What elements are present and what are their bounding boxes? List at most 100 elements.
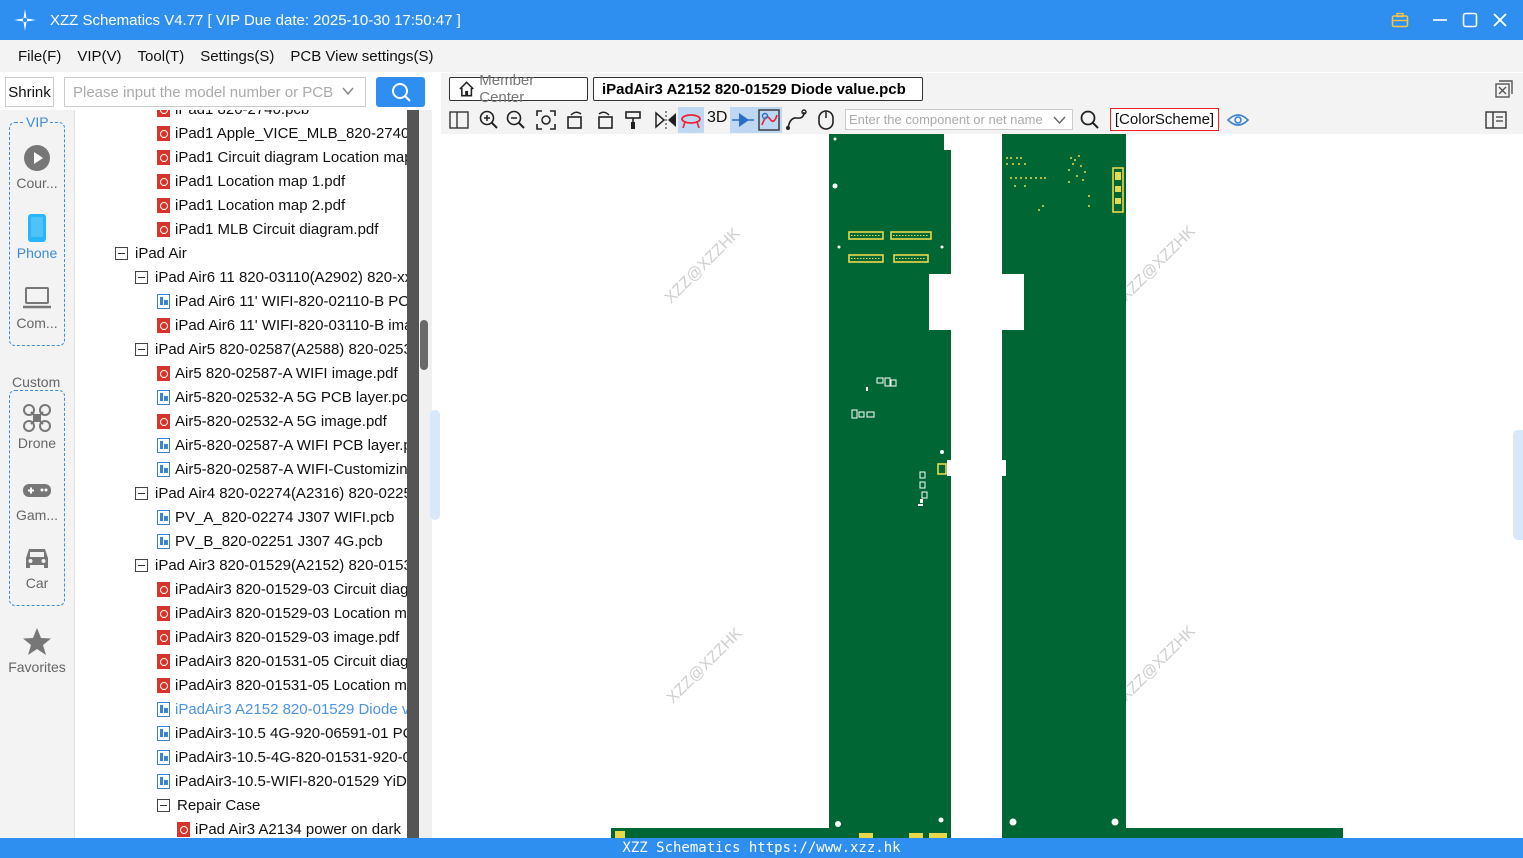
- side-panel-toggle-icon[interactable]: [1483, 107, 1509, 133]
- collapse-toggle-icon[interactable]: [135, 342, 148, 356]
- tree-file-row[interactable]: Air5-820-02532-A 5G image.pdf: [157, 409, 407, 433]
- tree-file-row[interactable]: iPad Air6 11' WIFI-820-03110-B image: [157, 313, 407, 337]
- right-panel-handle[interactable]: [1513, 430, 1523, 540]
- close-all-tabs-icon[interactable]: [1495, 80, 1513, 103]
- tree-file-row[interactable]: iPadAir3-10.5-WIFI-820-01529 YiDi: [157, 769, 407, 793]
- pcb-board-bottom[interactable]: [611, 828, 951, 838]
- zoom-in-icon[interactable]: [476, 107, 502, 133]
- chevron-down-icon[interactable]: [1053, 113, 1066, 129]
- tree-file-row[interactable]: iPad Air3 A2134 power on dark: [177, 817, 407, 838]
- pcb-board-bottom-right[interactable]: [1126, 828, 1343, 838]
- tree-file-row[interactable]: iPadAir3-10.5 4G-920-06591-01 PCB: [157, 721, 407, 745]
- search-button[interactable]: [376, 77, 425, 107]
- tree-file-row[interactable]: PV_A_820-02274 J307 WIFI.pcb: [157, 505, 407, 529]
- pcb-board-drawing[interactable]: XZZ@XZZHK XZZ@XZZHK XZZ@XZZHK XZZ@XZZHK: [441, 134, 1523, 838]
- chevron-down-icon[interactable]: [341, 84, 355, 102]
- zoom-out-icon[interactable]: [503, 107, 529, 133]
- tree-file-row[interactable]: Air5 820-02587-A WIFI image.pdf: [157, 361, 407, 385]
- tree-file-row[interactable]: Air5-820-02587-A WIFI-Customizing: [157, 457, 407, 481]
- tree-file-row[interactable]: iPadAir3 820-01529-03 image.pdf: [157, 625, 407, 649]
- tree-file-row[interactable]: iPadAir3 820-01531-05 Circuit diagram: [157, 649, 407, 673]
- menu-vip[interactable]: VIP(V): [69, 48, 129, 65]
- pcb-canvas[interactable]: XZZ@XZZHK XZZ@XZZHK XZZ@XZZHK XZZ@XZZHK: [441, 134, 1523, 838]
- vip-briefcase-icon[interactable]: [1385, 0, 1415, 40]
- pcb-board-right[interactable]: [1002, 134, 1126, 838]
- net-highlight-icon[interactable]: [756, 107, 782, 133]
- app-window: XZZ Schematics V4.77 [ VIP Due date: 202…: [0, 0, 1523, 858]
- shrink-button[interactable]: Shrink: [5, 77, 54, 107]
- color-scheme-button[interactable]: [ColorScheme]: [1110, 108, 1219, 131]
- minimize-icon[interactable]: [1425, 0, 1455, 40]
- flip-horizontal-icon[interactable]: [653, 107, 679, 133]
- collapse-toggle-icon[interactable]: [157, 798, 170, 812]
- tree-folder-row[interactable]: iPad Air: [115, 241, 407, 265]
- tree-file-row[interactable]: iPad1 Location map 2.pdf: [157, 193, 407, 217]
- tree-folder-row[interactable]: Repair Case: [157, 793, 407, 817]
- rotate-right-icon[interactable]: [591, 107, 617, 133]
- sidebar-item-drone[interactable]: Drone: [0, 403, 74, 451]
- menu-file[interactable]: File(F): [10, 48, 69, 65]
- pcb-board-left[interactable]: [829, 134, 951, 828]
- tree-file-row[interactable]: iPad1 Circuit diagram Location map: [157, 145, 407, 169]
- component-net-search-input[interactable]: Enter the component or net name: [845, 109, 1073, 130]
- tree-scroll-thumb[interactable]: [420, 320, 428, 370]
- tree-file-row[interactable]: Air5-820-02587-A WIFI PCB layer.pcb: [157, 433, 407, 457]
- tree-scroll-track: [407, 110, 419, 838]
- tree-file-row[interactable]: iPad Air6 11' WIFI-820-02110-B PCB: [157, 289, 407, 313]
- tree-file-row[interactable]: iPad1 MLB Circuit diagram.pdf: [157, 217, 407, 241]
- menu-settings[interactable]: Settings(S): [192, 48, 282, 65]
- eye-icon[interactable]: [1225, 107, 1251, 133]
- sidebar-item-phone[interactable]: Phone: [0, 213, 74, 261]
- mouse-mode-icon[interactable]: [813, 107, 839, 133]
- maximize-icon[interactable]: [1455, 0, 1485, 40]
- collapse-toggle-icon[interactable]: [115, 246, 128, 260]
- fit-view-icon[interactable]: [533, 107, 559, 133]
- model-search-input[interactable]: Please input the model number or PCB: [64, 77, 366, 107]
- split-view-icon[interactable]: [446, 107, 472, 133]
- tree-scrollbar[interactable]: [407, 110, 432, 838]
- pin-select-icon[interactable]: [730, 107, 756, 133]
- sidebar-item-label: Drone: [17, 435, 57, 451]
- collapse-toggle-icon[interactable]: [135, 270, 148, 284]
- sidebar-item-favorites[interactable]: Favorites: [0, 627, 74, 675]
- sidebar-item-computer[interactable]: Com...: [0, 283, 74, 331]
- tab-active-pcb-file[interactable]: iPadAir3 A2152 820-01529 Diode value.pcb: [593, 77, 923, 101]
- tree-file-row[interactable]: iPad1 Apple_VICE_MLB_820-2740-A: [157, 121, 407, 145]
- vip-group-label: VIP: [25, 114, 50, 130]
- three-d-toggle[interactable]: 3D: [707, 109, 727, 127]
- tree-file-row[interactable]: iPadAir3 A2152 820-01529 Diode value: [157, 697, 407, 721]
- menu-tool[interactable]: Tool(T): [130, 48, 193, 65]
- tree-file-row[interactable]: iPadAir3 820-01529-03 Circuit diagram: [157, 577, 407, 601]
- sidebar-item-car[interactable]: Car: [0, 543, 74, 591]
- tree-file-row[interactable]: iPadAir3 820-01531-05 Location map: [157, 673, 407, 697]
- format-painter-icon[interactable]: [621, 107, 647, 133]
- tree-file-row[interactable]: PV_B_820-02251 J307 4G.pcb: [157, 529, 407, 553]
- collapse-toggle-icon[interactable]: [135, 558, 148, 572]
- tree-file-row[interactable]: iPadAir3-10.5-4G-820-01531-920-0: [157, 745, 407, 769]
- collapse-toggle-icon[interactable]: [135, 486, 148, 500]
- panel-collapse-handle[interactable]: [430, 410, 440, 520]
- tab-member-center[interactable]: Member Center: [449, 72, 588, 106]
- tree-folder-row[interactable]: iPad Air4 820-02274(A2316) 820-02251: [135, 481, 407, 505]
- watermark-text: XZZ@XZZHK: [662, 225, 744, 307]
- tree-folder-row[interactable]: iPad Air6 11 820-03110(A2902) 820-xx: [135, 265, 407, 289]
- search-icon[interactable]: [1077, 107, 1103, 133]
- tree-item-label: iPad1 Apple_VICE_MLB_820-2740-A: [175, 124, 407, 142]
- pcb-file-icon: [157, 725, 170, 741]
- tree-folder-row[interactable]: iPad Air5 820-02587(A2588) 820-02532: [135, 337, 407, 361]
- tree-file-row[interactable]: Air5-820-02532-A 5G PCB layer.pcb: [157, 385, 407, 409]
- sidebar-item-courses[interactable]: Cour...: [0, 143, 74, 191]
- tree-file-row[interactable]: iPadAir3 820-01529-03 Location map: [157, 601, 407, 625]
- rotate-left-icon[interactable]: [563, 107, 589, 133]
- layer-view-icon[interactable]: [678, 107, 704, 133]
- tree-folder-row[interactable]: iPad Air3 820-01529(A2152) 820-01531: [135, 553, 407, 577]
- trace-route-icon[interactable]: [783, 107, 809, 133]
- pcb-file-icon: [157, 749, 170, 765]
- sidebar-item-game[interactable]: Gam...: [0, 475, 74, 523]
- menu-pcb-view-settings[interactable]: PCB View settings(S): [282, 48, 441, 65]
- tree-file-row[interactable]: iPad1 Location map 1.pdf: [157, 169, 407, 193]
- tree-file-row[interactable]: iPad1 820-2740.pcb: [157, 110, 407, 121]
- watermark-text: XZZ@XZZHK: [664, 625, 746, 707]
- close-icon[interactable]: [1485, 0, 1515, 40]
- pdf-file-icon: [157, 605, 170, 621]
